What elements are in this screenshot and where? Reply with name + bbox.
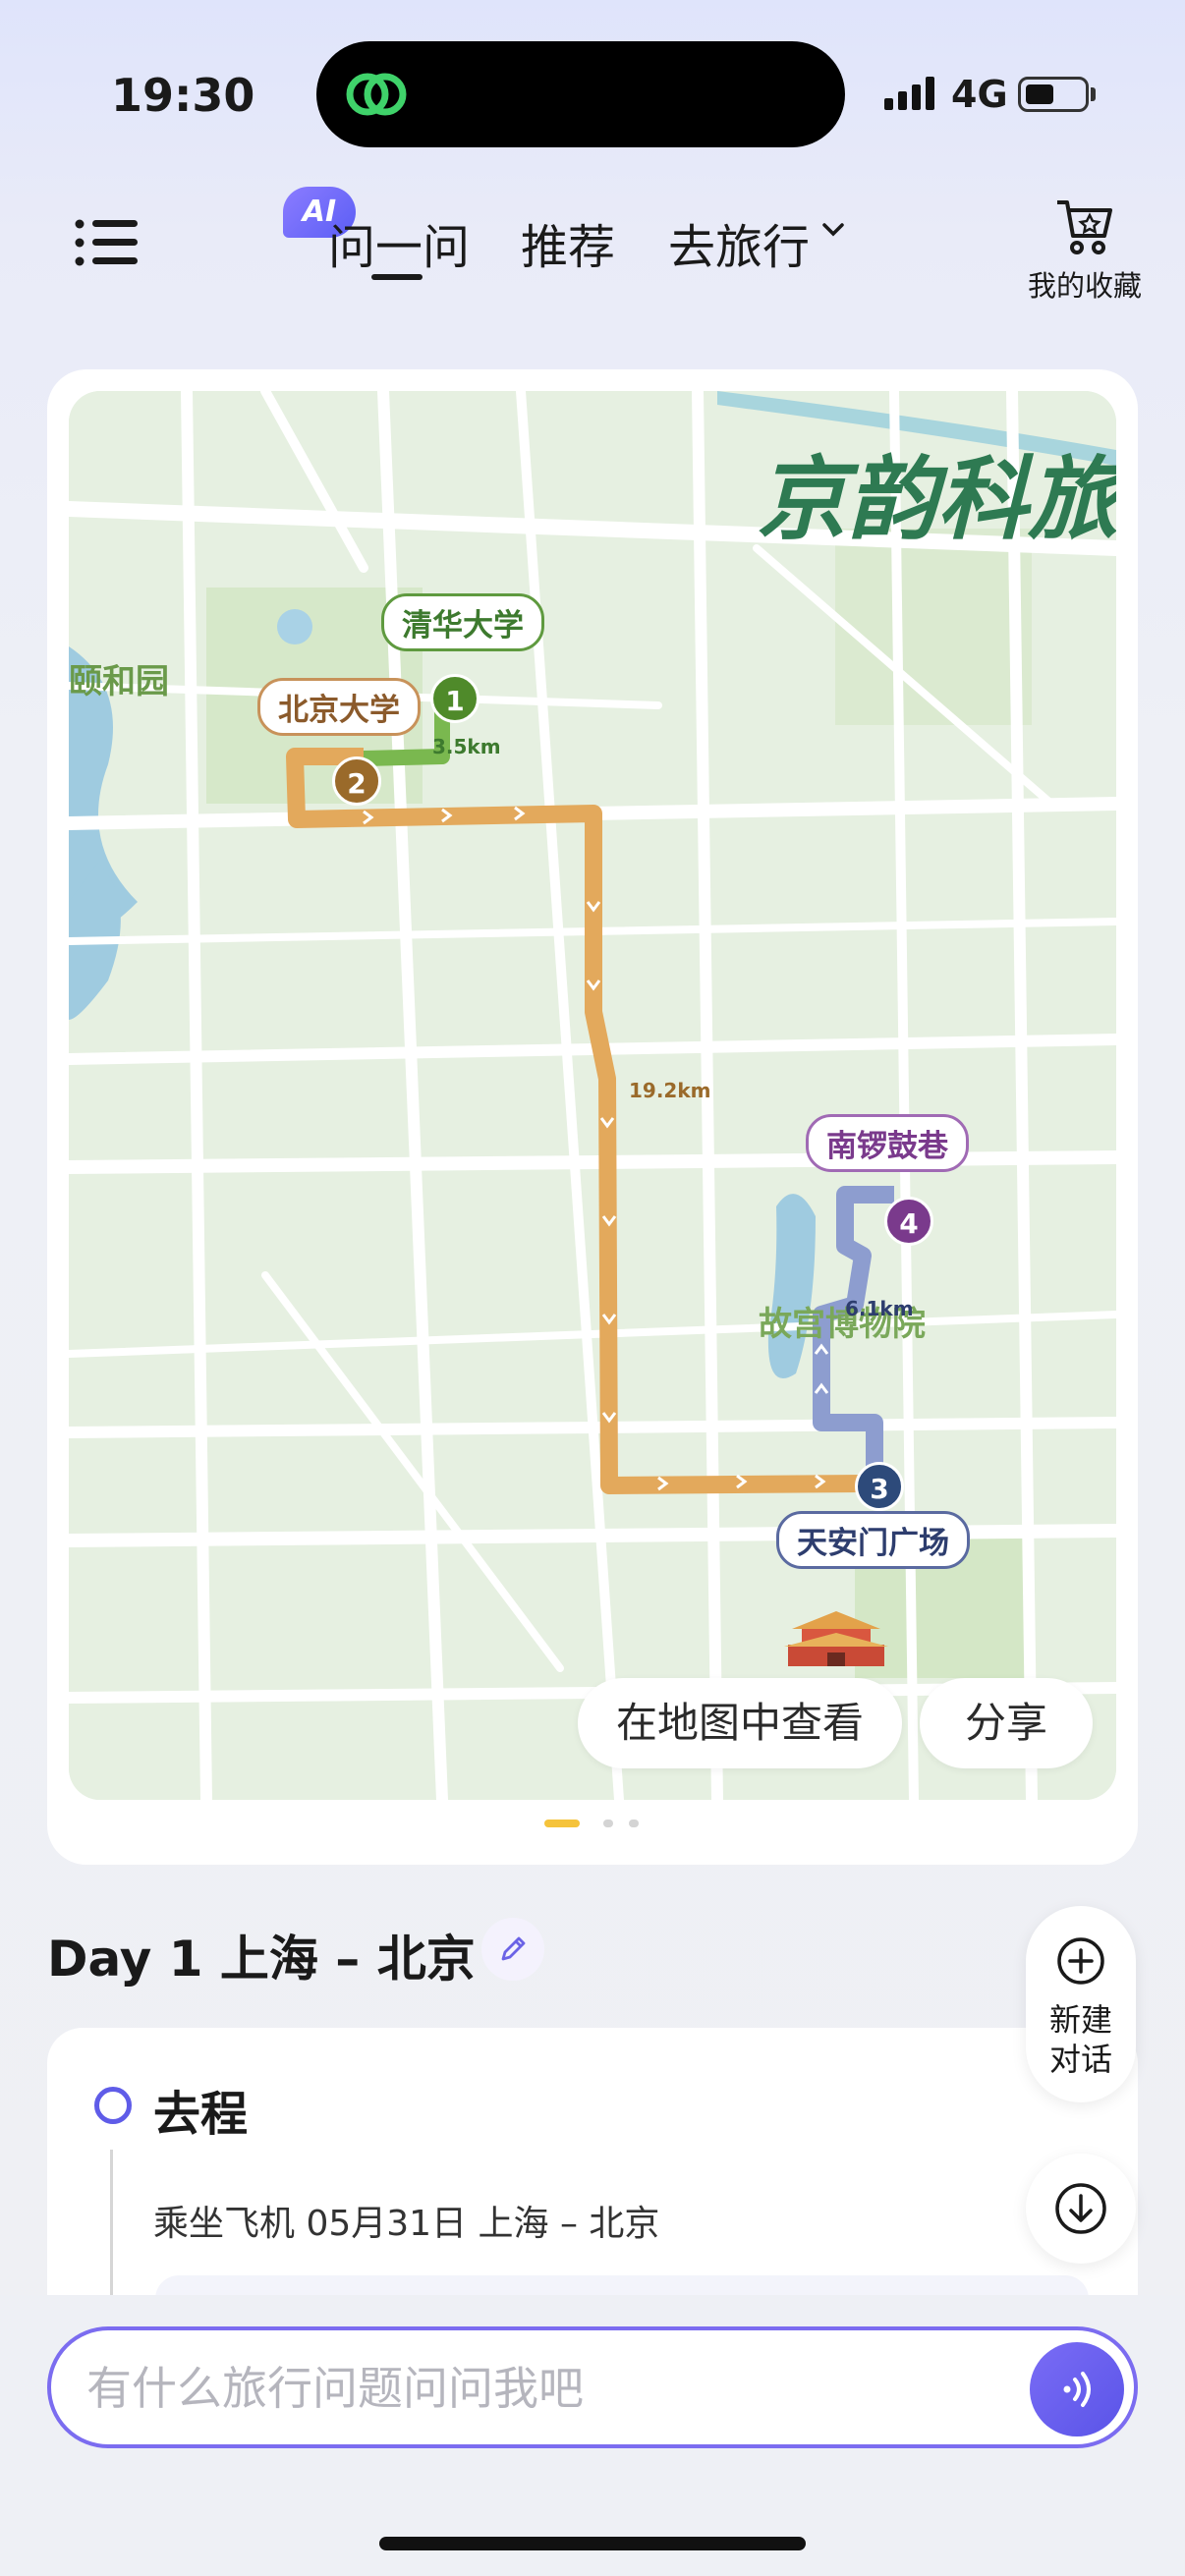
carousel-dot[interactable] — [603, 1820, 613, 1827]
favorites-label[interactable]: 我的收藏 — [1028, 263, 1142, 305]
stop-label-4[interactable]: 南锣鼓巷 — [806, 1114, 969, 1172]
tab-ask[interactable]: 问一问 — [328, 208, 470, 277]
battery-icon — [1018, 77, 1089, 112]
favorites-cart-icon[interactable] — [1053, 196, 1114, 257]
segment-distance-2: 19.2km — [629, 1079, 711, 1102]
stop-marker-4[interactable]: 4 — [884, 1197, 933, 1246]
timeline-node — [94, 2087, 132, 2124]
voice-input-button[interactable] — [1030, 2342, 1124, 2436]
dynamic-island — [316, 41, 845, 147]
link-app-icon — [346, 73, 407, 116]
battery-tip — [1091, 87, 1096, 101]
new-chat-label-line1: 新建 — [1048, 2001, 1112, 2039]
voice-wave-icon — [1063, 2372, 1091, 2407]
carousel-dot-active[interactable] — [544, 1820, 580, 1827]
active-tab-indicator — [371, 274, 423, 280]
itinerary-detail: 乘坐飞机 05月31日 上海 – 北京 — [153, 2204, 660, 2244]
map-base — [69, 391, 1116, 1800]
edit-day-button[interactable] — [481, 1918, 544, 1981]
stop-label-2[interactable]: 北京大学 — [257, 678, 421, 736]
carousel-dot[interactable] — [629, 1820, 639, 1827]
home-indicator[interactable] — [379, 2537, 806, 2550]
view-in-map-button[interactable]: 在地图中查看 — [578, 1678, 902, 1768]
itinerary-section-title: 去程 — [153, 2087, 249, 2142]
arrow-down-circle-icon — [1055, 2183, 1106, 2234]
stop-marker-2[interactable]: 2 — [332, 756, 381, 806]
segment-distance-1: 3.5km — [432, 735, 501, 758]
menu-icon[interactable] — [75, 218, 140, 267]
route-map-card: 京韵科旅 颐和园 故宫博物院 清华大学 北京大学 南锣鼓巷 天安门广场 3.5k… — [47, 369, 1138, 1865]
tab-go-travel[interactable]: 去旅行 — [668, 208, 810, 277]
tab-recommend[interactable]: 推荐 — [521, 208, 615, 277]
segment-distance-3: 6.1km — [845, 1297, 914, 1320]
new-chat-button[interactable]: 新建 对话 — [1026, 1906, 1136, 2102]
network-type: 4G — [951, 73, 1008, 116]
day-title: Day 1 上海 – 北京 — [47, 1931, 476, 1988]
tiananmen-gate-icon — [784, 1611, 888, 1666]
stop-label-1[interactable]: 清华大学 — [381, 593, 544, 651]
stop-marker-3[interactable]: 3 — [855, 1462, 904, 1511]
pencil-icon — [501, 1936, 526, 1961]
new-chat-label-line2: 对话 — [1048, 2041, 1112, 2078]
stop-marker-1[interactable]: 1 — [430, 674, 480, 723]
chat-input-container — [47, 2326, 1138, 2448]
chevron-down-icon[interactable] — [821, 222, 845, 238]
brand-title: 京韵科旅 — [757, 447, 1116, 552]
status-time: 19:30 — [111, 69, 255, 122]
chat-input[interactable] — [86, 2354, 971, 2423]
plus-circle-icon — [1057, 1937, 1104, 1985]
scroll-down-button[interactable] — [1026, 2154, 1136, 2264]
route-map[interactable]: 京韵科旅 颐和园 故宫博物院 清华大学 北京大学 南锣鼓巷 天安门广场 3.5k… — [69, 391, 1116, 1800]
park-label: 颐和园 — [69, 662, 169, 701]
share-button[interactable]: 分享 — [920, 1678, 1093, 1768]
new-chat-label: 新建 对话 — [1026, 2000, 1136, 2079]
stop-label-3[interactable]: 天安门广场 — [776, 1511, 970, 1569]
signal-icon — [884, 77, 934, 110]
